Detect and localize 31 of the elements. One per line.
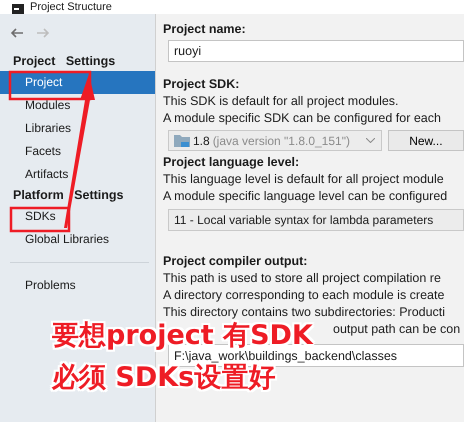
description-text: A module specific SDK can be configured for each	[163, 110, 442, 127]
description-text: This language level is default for all project module	[163, 171, 445, 188]
section-heading: Platform Settings	[12, 187, 124, 204]
sidebar-item[interactable]: Global Libraries	[0, 228, 155, 251]
field-label: Project SDK:	[163, 76, 240, 93]
description-text: This path is used to store all project compilation re	[163, 270, 442, 287]
sidebar-item[interactable]: Modules	[0, 94, 155, 117]
description-text: A module specific language level can be configured	[163, 188, 448, 205]
annotation-text: 必须 SDKs设置好	[52, 364, 276, 392]
input-field[interactable]: ruoyi	[168, 40, 464, 62]
field-label: Project compiler output:	[163, 253, 308, 270]
window-title: Project Structure	[30, 1, 112, 14]
description-text: This directory contains two subdirectories: Producti	[163, 304, 446, 321]
folder-icon	[174, 134, 190, 147]
new-button[interactable]: New...	[388, 130, 464, 151]
description-text: A directory corresponding to each module is create	[163, 287, 446, 304]
highlight-frame	[10, 206, 70, 232]
field-label: Project language level:	[163, 154, 300, 171]
field-label: Project name:	[163, 21, 247, 38]
sdk-dropdown[interactable]: 1.8 (java version "1.8.0_151")	[168, 130, 382, 151]
description-text: output path can be con	[333, 322, 460, 336]
chevron-down-icon	[366, 138, 375, 143]
sidebar-item[interactable]: Artifacts	[0, 163, 155, 186]
section-heading: Project Settings	[12, 53, 116, 70]
back-arrow-icon[interactable]	[10, 28, 24, 38]
sidebar-item[interactable]: Facets	[0, 140, 155, 163]
sidebar-item[interactable]: SDKs	[0, 205, 155, 228]
sidebar-item[interactable]: Problems	[0, 274, 155, 297]
language-level-dropdown[interactable]: 11 - Local variable syntax for lambda parameters	[168, 209, 464, 231]
sidebar-item[interactable]: Libraries	[0, 117, 155, 140]
description-text: This SDK is default for all project modules.	[163, 93, 400, 110]
